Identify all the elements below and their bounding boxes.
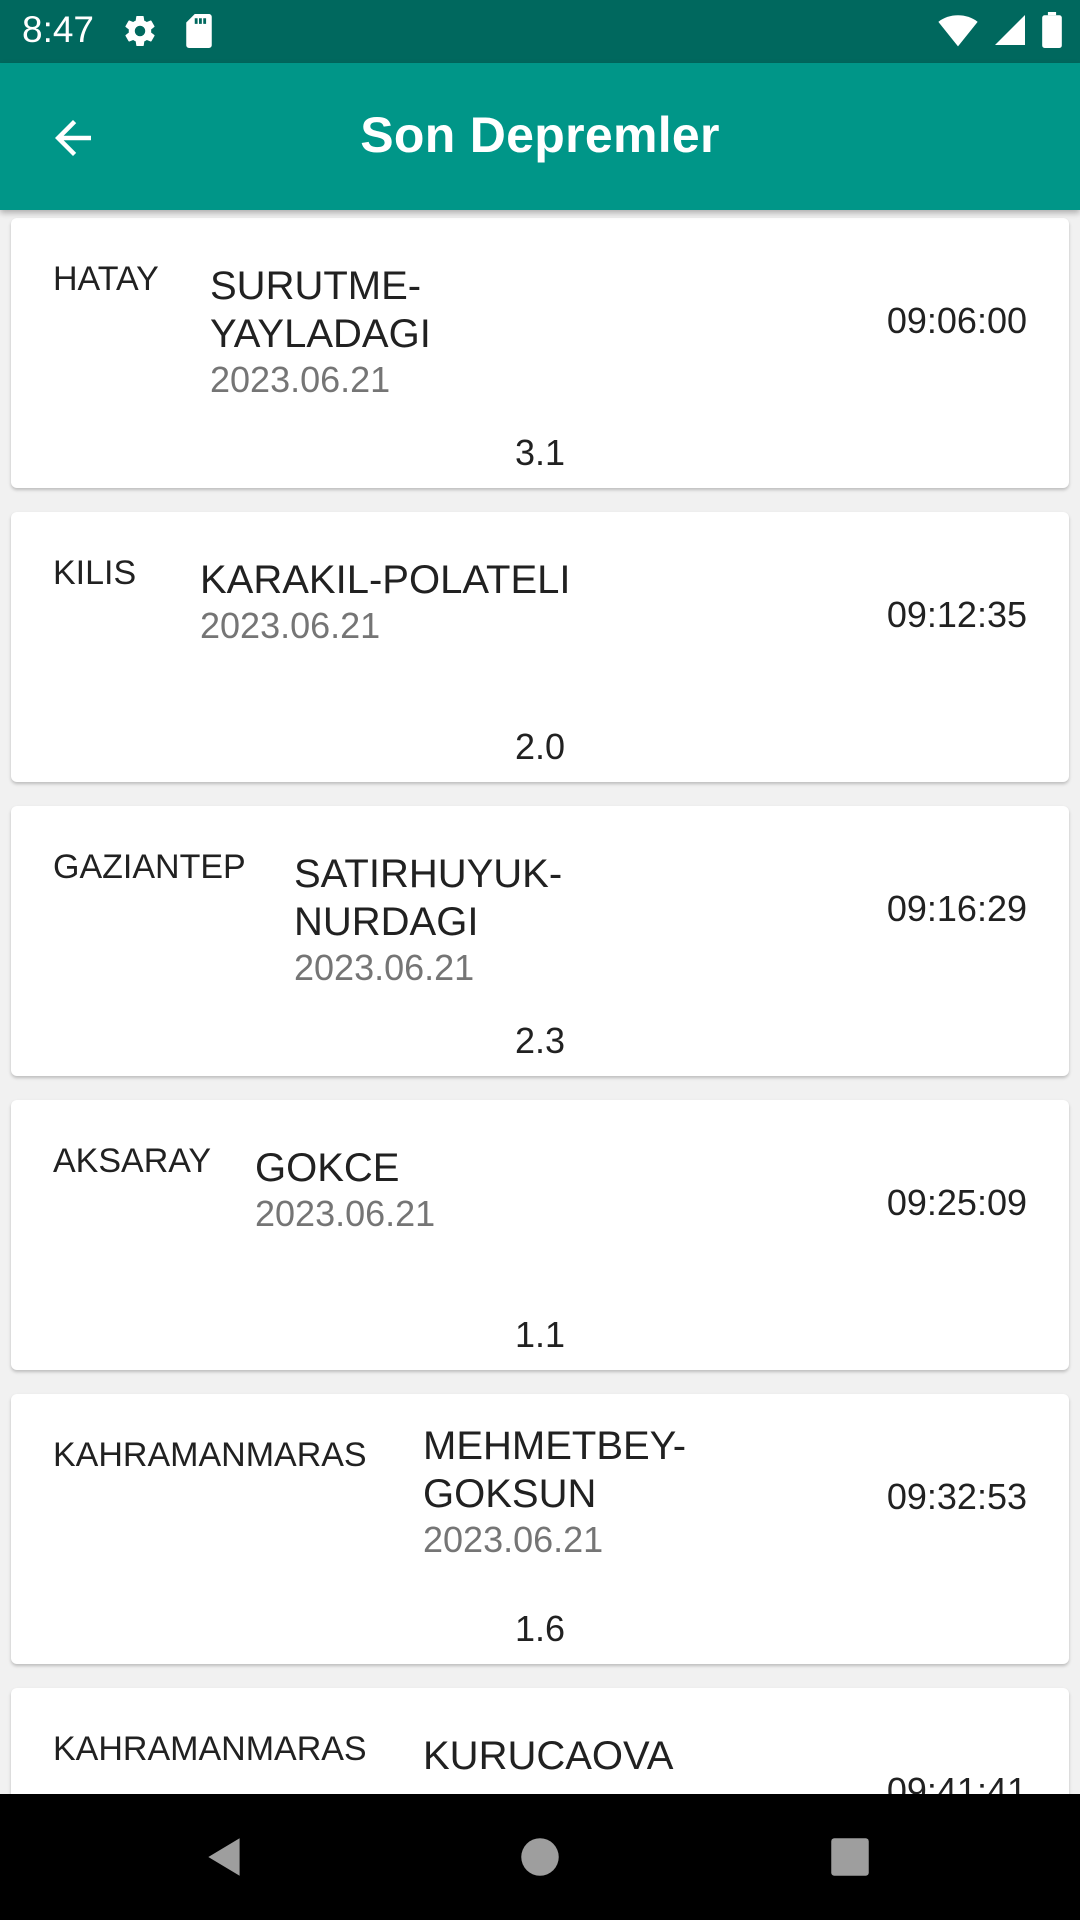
location-block: SATIRHUYUK-NURDAGI 2023.06.21 — [294, 850, 714, 990]
place-name: SURUTME-YAYLADAGI — [210, 264, 431, 356]
date-label: 2023.06.21 — [255, 1193, 436, 1234]
page-title: Son Depremler — [360, 107, 720, 163]
city-label: KILIS — [53, 554, 137, 592]
battery-icon — [1042, 12, 1062, 53]
status-right-icons — [938, 12, 1062, 53]
city-label: AKSARAY — [53, 1142, 212, 1180]
time-label: 09:06:00 — [886, 300, 1027, 341]
magnitude-label: 1.6 — [514, 1608, 566, 1649]
time-label: 09:12:35 — [886, 594, 1027, 635]
place-name: KARAKIL-POLATELI — [200, 558, 571, 602]
magnitude-label: 2.3 — [514, 1020, 566, 1061]
location-block: MEHMETBEY-GOKSUN 2023.06.21 — [423, 1422, 723, 1562]
wifi-icon — [938, 12, 978, 53]
magnitude-label: 2.0 — [514, 726, 566, 767]
sd-card-icon — [184, 14, 214, 53]
earthquake-card[interactable]: KAHRAMANMARAS MEHMETBEY-GOKSUN 2023.06.2… — [11, 1394, 1069, 1664]
earthquake-card[interactable]: KILIS KARAKIL-POLATELI 2023.06.21 09:12:… — [11, 512, 1069, 782]
status-time: 8:47 — [22, 9, 95, 50]
date-label: 2023.06.21 — [200, 605, 381, 646]
location-block: KURUCAOVA — [423, 1732, 843, 1780]
earthquake-list[interactable]: HATAY SURUTME-YAYLADAGI 2023.06.21 09:06… — [0, 210, 1080, 1794]
city-label: KAHRAMANMARAS — [53, 1436, 367, 1474]
earthquake-card[interactable]: KAHRAMANMARAS KURUCAOVA 09:41:41 — [11, 1688, 1069, 1794]
location-block: KARAKIL-POLATELI 2023.06.21 — [200, 556, 620, 648]
date-label: 2023.06.21 — [210, 359, 391, 400]
earthquake-card[interactable]: HATAY SURUTME-YAYLADAGI 2023.06.21 09:06… — [11, 218, 1069, 488]
time-label: 09:25:09 — [886, 1182, 1027, 1223]
navigation-bar — [0, 1794, 1080, 1920]
earthquake-card[interactable]: AKSARAY GOKCE 2023.06.21 09:25:09 1.1 — [11, 1100, 1069, 1370]
app-bar: Son Depremler — [0, 63, 1080, 210]
settings-icon — [122, 13, 158, 54]
date-label: 2023.06.21 — [423, 1519, 604, 1560]
status-left-icons — [122, 13, 214, 54]
date-label: 2023.06.21 — [294, 947, 475, 988]
recents-square-icon[interactable] — [825, 1832, 875, 1882]
location-block: GOKCE 2023.06.21 — [255, 1144, 675, 1236]
signal-icon — [992, 12, 1028, 53]
place-name: SATIRHUYUK-NURDAGI — [294, 852, 563, 944]
city-label: KAHRAMANMARAS — [53, 1730, 367, 1768]
earthquake-card[interactable]: GAZIANTEP SATIRHUYUK-NURDAGI 2023.06.21 … — [11, 806, 1069, 1076]
magnitude-label: 1.1 — [514, 1314, 566, 1355]
time-label: 09:32:53 — [886, 1476, 1027, 1517]
magnitude-label: 3.1 — [514, 432, 566, 473]
city-label: GAZIANTEP — [53, 848, 246, 886]
city-label: HATAY — [53, 260, 159, 298]
place-name: KURUCAOVA — [423, 1734, 674, 1778]
time-label: 09:16:29 — [886, 888, 1027, 929]
time-label: 09:41:41 — [886, 1770, 1027, 1794]
place-name: MEHMETBEY-GOKSUN — [423, 1424, 687, 1516]
back-triangle-icon[interactable] — [200, 1832, 250, 1882]
place-name: GOKCE — [255, 1146, 400, 1190]
status-bar: 8:47 — [0, 0, 1080, 63]
location-block: SURUTME-YAYLADAGI 2023.06.21 — [210, 262, 630, 402]
home-circle-icon[interactable] — [515, 1832, 565, 1882]
